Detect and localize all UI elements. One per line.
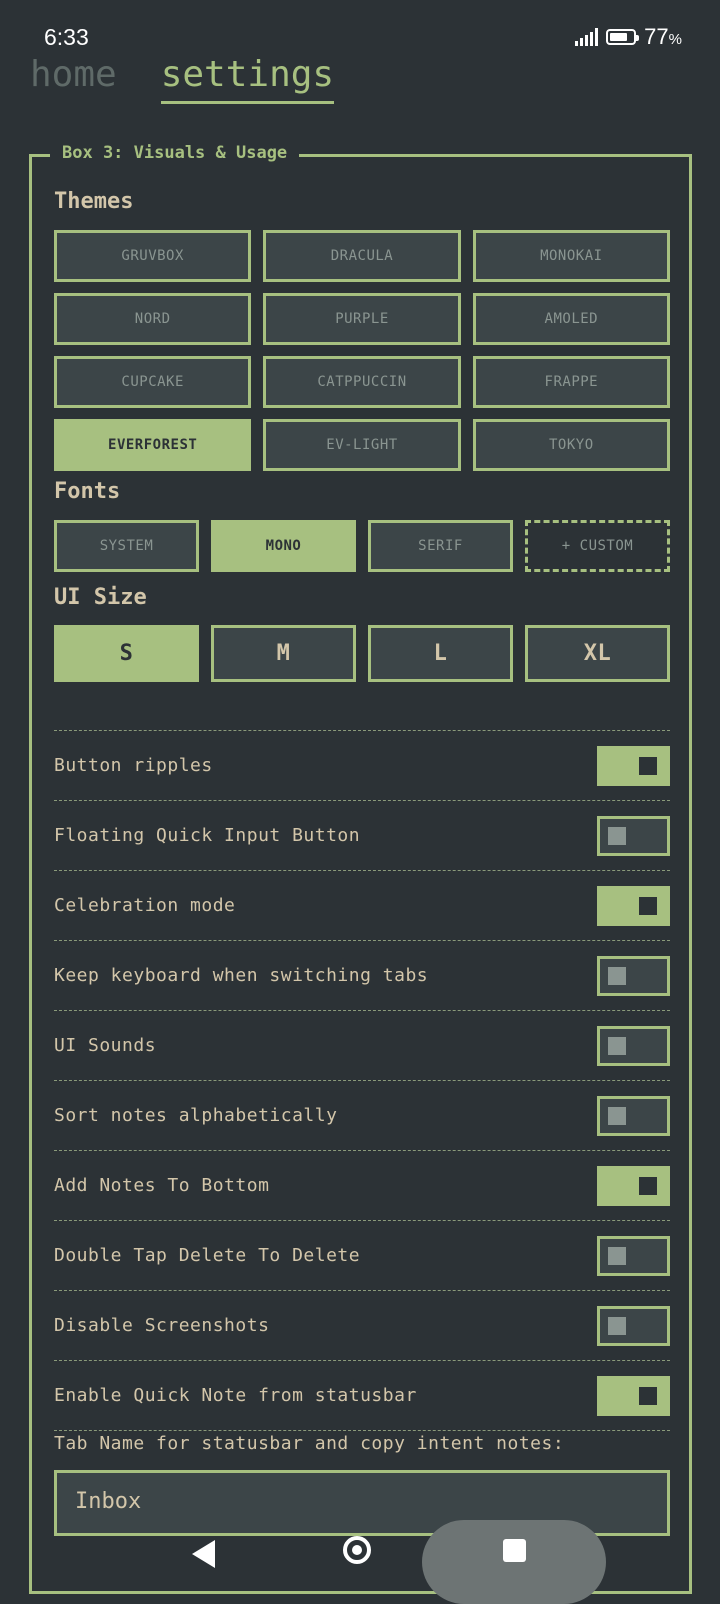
toggle-switch-floating-quick-input-button[interactable]: [597, 815, 670, 856]
toggle-row-add-notes-to-bottom: Add Notes To Bottom: [54, 1150, 670, 1220]
settings-box-visuals: Box 3: Visuals & Usage Themes GRUVBOX DRA…: [29, 143, 692, 1594]
font-system-button[interactable]: SYSTEM: [54, 520, 199, 572]
ui-size-xl-button[interactable]: XL: [525, 625, 670, 682]
box-title: Box 3: Visuals & Usage: [50, 143, 300, 163]
home-icon[interactable]: [343, 1536, 371, 1564]
font-custom-button[interactable]: + CUSTOM: [525, 520, 670, 572]
toggle-row-ui-sounds: UI Sounds: [54, 1010, 670, 1080]
toggle-switch-celebration-mode[interactable]: [597, 885, 670, 926]
toggle-row-enable-quick-note-from-statusbar: Enable Quick Note from statusbar: [54, 1360, 670, 1431]
toggle-row-keep-keyboard-when-switching-tabs: Keep keyboard when switching tabs: [54, 940, 670, 1010]
toggle-switch-keep-keyboard-when-switching-tabs[interactable]: [597, 955, 670, 996]
toggle-label: Enable Quick Note from statusbar: [54, 1385, 417, 1406]
system-icons: 77%: [575, 24, 682, 50]
toggle-switch-disable-screenshots[interactable]: [597, 1305, 670, 1346]
toggle-knob: [608, 1246, 626, 1265]
theme-cupcake-button[interactable]: CUPCAKE: [54, 356, 252, 408]
toggle-switch-add-notes-to-bottom[interactable]: [597, 1165, 670, 1206]
theme-catppuccin-button[interactable]: CATPPUCCIN: [263, 356, 461, 408]
fonts-grid: SYSTEM MONO SERIF + CUSTOM: [54, 520, 670, 572]
tab-home[interactable]: home: [30, 54, 117, 104]
theme-frappe-button[interactable]: FRAPPE: [472, 356, 670, 408]
toggle-label: Keep keyboard when switching tabs: [54, 965, 429, 986]
toggle-knob: [639, 896, 657, 915]
ui-size-title: UI Size: [54, 585, 147, 610]
toggle-switch-button-ripples[interactable]: [597, 745, 670, 786]
toggle-row-double-tap-delete-to-delete: Double Tap Delete To Delete: [54, 1220, 670, 1290]
toggle-label: Button ripples: [54, 755, 213, 776]
theme-amoled-button[interactable]: AMOLED: [472, 293, 670, 345]
ui-size-m-button[interactable]: M: [211, 625, 356, 682]
toggle-knob: [608, 966, 626, 985]
toggle-switch-double-tap-delete-to-delete[interactable]: [597, 1235, 670, 1276]
toggle-label: Double Tap Delete To Delete: [54, 1245, 361, 1266]
toggle-label: Disable Screenshots: [54, 1315, 270, 1336]
themes-grid: GRUVBOX DRACULA MONOKAI NORD PURPLE AMOLED CUP…: [54, 230, 670, 471]
top-navigation: home settings: [30, 54, 335, 104]
toggle-knob: [639, 756, 657, 775]
fonts-title: Fonts: [54, 479, 121, 504]
theme-tokyo-button[interactable]: TOKYO: [472, 419, 670, 471]
theme-dracula-button[interactable]: DRACULA: [263, 230, 461, 282]
toggle-list: Button ripples Floating Quick Input Butto…: [54, 730, 670, 1431]
font-serif-button[interactable]: SERIF: [368, 520, 513, 572]
toggle-knob: [608, 1036, 626, 1055]
toggle-knob: [608, 826, 626, 845]
toggle-row-sort-notes-alphabetically: Sort notes alphabetically: [54, 1080, 670, 1150]
themes-title: Themes: [54, 189, 134, 214]
toggle-switch-sort-notes-alphabetically[interactable]: [597, 1095, 670, 1136]
toggle-switch-enable-quick-note-from-statusbar[interactable]: [597, 1375, 670, 1416]
ui-size-s-button[interactable]: S: [54, 625, 199, 682]
toggle-row-disable-screenshots: Disable Screenshots: [54, 1290, 670, 1360]
toggle-knob: [639, 1386, 657, 1405]
theme-gruvbox-button[interactable]: GRUVBOX: [54, 230, 252, 282]
tab-settings[interactable]: settings: [160, 54, 335, 104]
theme-ev-light-button[interactable]: EV-LIGHT: [263, 419, 461, 471]
toggle-label: UI Sounds: [54, 1035, 157, 1056]
status-time: 6:33: [44, 24, 89, 50]
toggle-label: Sort notes alphabetically: [54, 1105, 338, 1126]
back-icon[interactable]: [192, 1540, 215, 1568]
toggle-row-button-ripples: Button ripples: [54, 730, 670, 800]
toggle-row-floating-quick-input-button: Floating Quick Input Button: [54, 800, 670, 870]
recents-icon[interactable]: [503, 1539, 526, 1562]
ui-size-grid: S M L XL: [54, 625, 670, 682]
theme-purple-button[interactable]: PURPLE: [263, 293, 461, 345]
signal-icon: [575, 28, 599, 46]
battery-icon: [606, 29, 640, 45]
recents-pill: [422, 1520, 606, 1604]
toggle-label: Celebration mode: [54, 895, 236, 916]
toggle-switch-ui-sounds[interactable]: [597, 1025, 670, 1066]
battery-percent: 77%: [644, 24, 682, 49]
system-navigation-bar: [0, 1510, 720, 1604]
ui-size-l-button[interactable]: L: [368, 625, 513, 682]
font-mono-button[interactable]: MONO: [211, 520, 356, 572]
theme-everforest-button[interactable]: EVERFOREST: [54, 419, 252, 471]
theme-nord-button[interactable]: NORD: [54, 293, 252, 345]
toggle-knob: [639, 1176, 657, 1195]
theme-monokai-button[interactable]: MONOKAI: [472, 230, 670, 282]
toggle-row-celebration-mode: Celebration mode: [54, 870, 670, 940]
toggle-knob: [608, 1316, 626, 1335]
toggle-label: Add Notes To Bottom: [54, 1175, 270, 1196]
tab-name-label: Tab Name for statusbar and copy intent n…: [54, 1433, 565, 1454]
toggle-label: Floating Quick Input Button: [54, 825, 361, 846]
toggle-knob: [608, 1106, 626, 1125]
